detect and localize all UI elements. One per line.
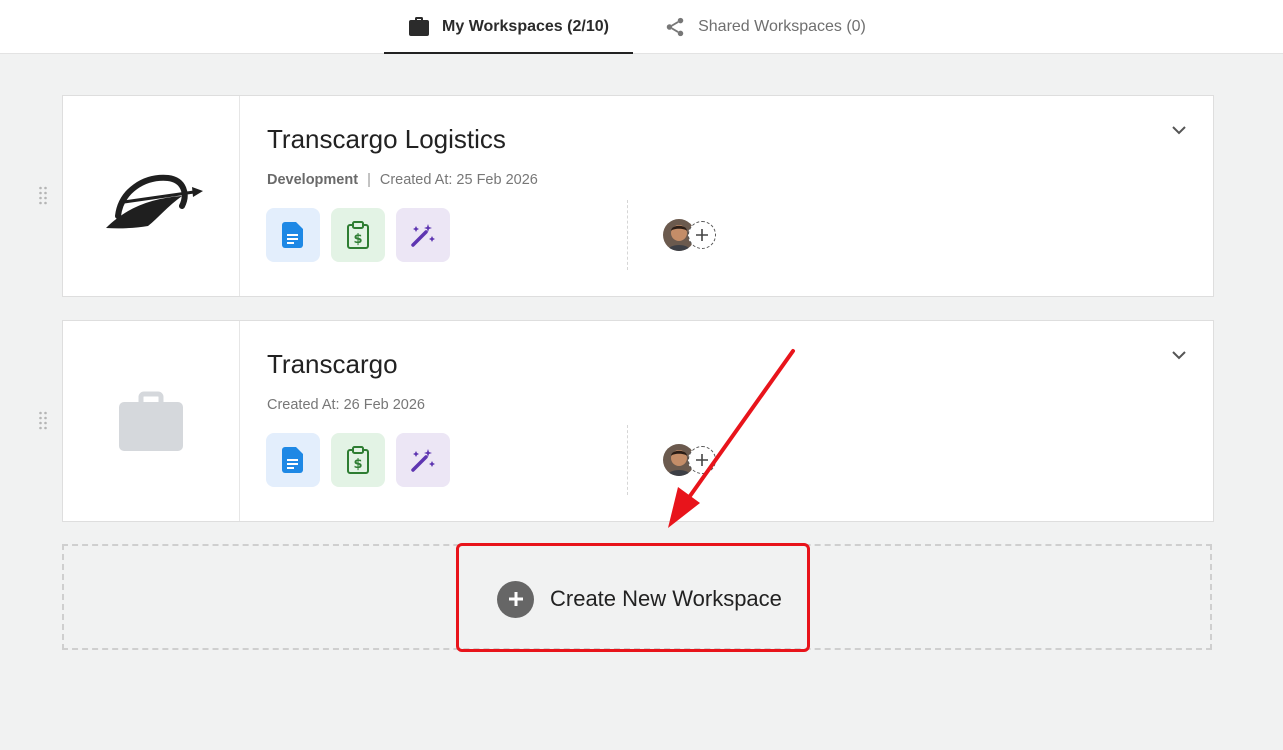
tab-label: Shared Workspaces (0): [698, 17, 866, 35]
magic-wand-icon: [411, 449, 435, 472]
svg-text:$: $: [353, 232, 362, 247]
document-icon: [282, 447, 303, 473]
add-member-button[interactable]: [688, 446, 716, 474]
document-icon: [282, 222, 303, 248]
chevron-down-icon[interactable]: [1169, 345, 1189, 365]
magic-wand-icon: [411, 224, 435, 247]
workspace-card[interactable]: Transcargo Created At: 26 Feb 2026 $: [62, 320, 1214, 522]
add-member-button[interactable]: [688, 221, 716, 249]
tab-shared-workspaces[interactable]: Shared Workspaces (0): [650, 0, 880, 53]
invoice-app-button[interactable]: $: [331, 433, 385, 487]
workspace-logo: [63, 96, 240, 296]
workspace-title[interactable]: Transcargo Logistics: [267, 124, 506, 155]
created-date: Created At: 25 Feb 2026: [379, 172, 538, 188]
share-icon: [664, 16, 686, 38]
magic-app-button[interactable]: [396, 433, 450, 487]
plus-icon: [696, 454, 708, 466]
workspace-apps: $: [266, 208, 450, 262]
plus-icon: [696, 229, 708, 241]
card-divider: [627, 425, 628, 495]
drag-handle-icon[interactable]: [38, 185, 48, 207]
invoice-clipboard-icon: $: [347, 446, 369, 474]
annotation-highlight-box: [456, 543, 810, 652]
workspace-members: [662, 443, 722, 479]
workspace-card[interactable]: Transcargo Logistics Development | Creat…: [62, 95, 1214, 297]
workspace-logo: [63, 321, 240, 521]
briefcase-placeholder-icon: [119, 391, 183, 451]
document-app-button[interactable]: [266, 433, 320, 487]
environment-label: Development: [267, 172, 359, 188]
chevron-down-icon[interactable]: [1169, 120, 1189, 140]
svg-text:$: $: [353, 457, 362, 472]
document-app-button[interactable]: [266, 208, 320, 262]
drag-handle-icon[interactable]: [38, 410, 48, 432]
workspace-members: [662, 218, 722, 254]
created-date: Created At: 26 Feb 2026: [267, 397, 425, 413]
workspace-meta: Created At: 26 Feb 2026: [267, 397, 425, 413]
meta-separator: |: [367, 172, 371, 188]
magic-app-button[interactable]: [396, 208, 450, 262]
workspace-apps: $: [266, 433, 450, 487]
invoice-app-button[interactable]: $: [331, 208, 385, 262]
workspace-title[interactable]: Transcargo: [267, 349, 398, 380]
workspace-tabs-bar: My Workspaces (2/10) Shared Workspaces (…: [0, 0, 1283, 54]
tab-my-workspaces[interactable]: My Workspaces (2/10): [384, 0, 633, 54]
workspace-meta: Development | Created At: 25 Feb 2026: [267, 172, 538, 188]
card-divider: [627, 200, 628, 270]
tab-label: My Workspaces (2/10): [442, 17, 609, 35]
invoice-clipboard-icon: $: [347, 221, 369, 249]
transcargo-logo: [106, 174, 203, 229]
briefcase-icon: [408, 16, 430, 37]
